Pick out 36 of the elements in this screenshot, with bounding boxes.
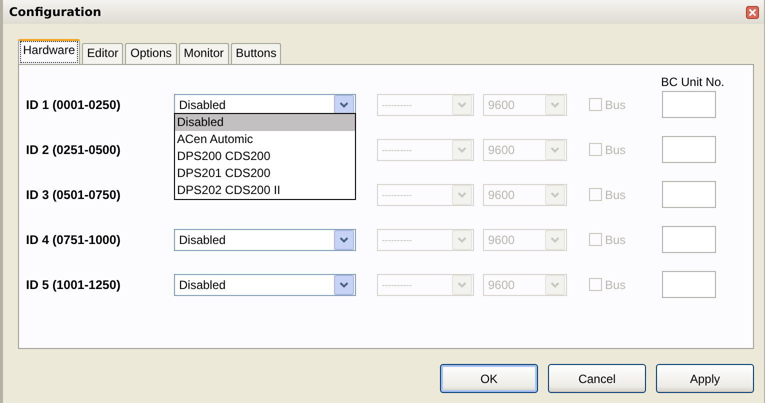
dialog-button[interactable]: OK — [440, 364, 538, 393]
unit-number-field[interactable] — [662, 226, 716, 253]
caret-icon — [550, 190, 560, 198]
bus-label: Bus — [605, 232, 627, 246]
tab[interactable]: Monitor — [178, 43, 229, 64]
dialog-button[interactable]: Apply — [656, 364, 754, 393]
column-header: BC Unit No. — [661, 75, 726, 91]
caret-icon — [457, 236, 467, 244]
caret-icon — [457, 190, 467, 198]
row-label: ID 5 (1001-1250) — [26, 278, 122, 292]
row-label: ID 1 (0001-0250) — [26, 98, 122, 112]
caret-icon — [550, 146, 560, 154]
caret-icon — [550, 280, 560, 288]
caret-icon — [457, 280, 467, 288]
caret-icon — [457, 146, 467, 154]
bus-label: Bus — [605, 98, 627, 112]
caret-icon — [550, 100, 560, 108]
bus-label: Bus — [605, 278, 627, 292]
unit-number-field[interactable] — [662, 271, 716, 298]
unit-number-field[interactable] — [662, 136, 716, 163]
window-title: Configuration — [9, 5, 102, 19]
unit-number-field[interactable] — [662, 91, 716, 118]
caret-icon — [457, 100, 467, 108]
close-icon[interactable] — [746, 6, 759, 18]
tab[interactable]: Buttons — [230, 43, 282, 64]
row-label: ID 2 (0251-0500) — [26, 142, 122, 156]
bus-label: Bus — [605, 142, 627, 156]
tab[interactable]: Editor — [82, 43, 124, 64]
row-label: ID 3 (0501-0750) — [26, 188, 122, 202]
bus-label: Bus — [605, 188, 627, 202]
row-label: ID 4 (0751-1000) — [26, 232, 122, 246]
tab[interactable]: Options — [125, 43, 177, 64]
unit-number-field[interactable] — [662, 181, 716, 208]
tab[interactable]: Hardware — [18, 39, 80, 65]
caret-icon — [550, 236, 560, 244]
dialog-button[interactable]: Cancel — [548, 364, 646, 393]
